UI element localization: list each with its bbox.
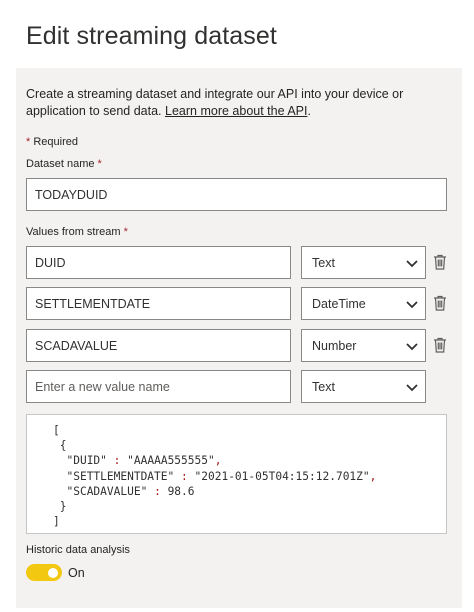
json-comma: ,: [369, 469, 377, 483]
dataset-name-value: TODAYDUID: [35, 187, 108, 202]
new-value-name-input[interactable]: Enter a new value name: [26, 370, 291, 403]
values-from-stream-label-text: Values from stream: [26, 226, 121, 238]
historic-data-toggle[interactable]: [26, 564, 62, 581]
required-text: Required: [33, 136, 78, 148]
value-type-select[interactable]: Number: [301, 329, 426, 362]
value-type-select[interactable]: Text: [301, 246, 426, 279]
value-name-input[interactable]: SETTLEMENTDATE: [26, 287, 291, 320]
historic-data-label: Historic data analysis: [26, 544, 130, 556]
trash-icon[interactable]: [433, 337, 447, 353]
value-name: SETTLEMENTDATE: [35, 296, 151, 311]
chevron-down-icon: [406, 259, 418, 267]
chevron-down-icon: [406, 383, 418, 391]
json-colon: :: [154, 484, 161, 498]
trash-icon[interactable]: [433, 295, 447, 311]
description: Create a streaming dataset and integrate…: [26, 86, 446, 120]
required-note: * Required: [26, 136, 78, 148]
json-value: "2021-01-05T04:15:12.701Z": [194, 469, 370, 483]
json-colon: :: [181, 469, 188, 483]
new-value-type-select[interactable]: Text: [301, 370, 426, 403]
required-star: *: [26, 136, 31, 148]
json-open-bracket: [: [53, 424, 60, 437]
json-comma: ,: [214, 454, 222, 468]
historic-data-state: On: [68, 566, 85, 580]
chevron-down-icon: [406, 300, 418, 308]
value-type-select[interactable]: DateTime: [301, 287, 426, 320]
json-value: 98.6: [167, 484, 195, 498]
dataset-name-label: Dataset name *: [26, 158, 102, 170]
value-type: Text: [312, 255, 335, 270]
json-value: "AAAAA555555": [127, 454, 215, 468]
json-key: "SETTLEMENTDATE": [66, 469, 175, 483]
new-value-type: Text: [312, 379, 335, 394]
json-close-bracket: ]: [53, 515, 60, 529]
json-colon: :: [113, 454, 121, 468]
description-suffix: .: [307, 104, 311, 118]
value-type: Number: [312, 338, 357, 353]
toggle-knob: [48, 567, 58, 578]
value-name-input[interactable]: DUID: [26, 246, 291, 279]
values-from-stream-label: Values from stream *: [26, 226, 128, 238]
json-open-brace: {: [59, 439, 67, 453]
json-key: "DUID": [66, 454, 107, 468]
value-name: DUID: [35, 255, 66, 270]
chevron-down-icon: [406, 342, 418, 350]
json-key: "SCADAVALUE": [66, 484, 148, 498]
values-required-star: *: [123, 226, 128, 238]
new-value-placeholder: Enter a new value name: [35, 379, 170, 394]
dataset-name-label-text: Dataset name: [26, 158, 95, 170]
json-preview[interactable]: [ { "DUID" : "AAAAA555555", "SETTLEMENTD…: [26, 414, 447, 534]
dataset-name-required-star: *: [97, 158, 102, 170]
page-title: Edit streaming dataset: [26, 22, 277, 50]
trash-icon[interactable]: [433, 254, 447, 270]
form-panel: Create a streaming dataset and integrate…: [16, 68, 462, 608]
dataset-name-input[interactable]: TODAYDUID: [26, 178, 447, 211]
json-close-brace: }: [59, 500, 67, 514]
value-name-input[interactable]: SCADAVALUE: [26, 329, 291, 362]
value-type: DateTime: [312, 296, 366, 311]
value-name: SCADAVALUE: [35, 338, 118, 353]
learn-more-link[interactable]: Learn more about the API: [165, 104, 307, 118]
